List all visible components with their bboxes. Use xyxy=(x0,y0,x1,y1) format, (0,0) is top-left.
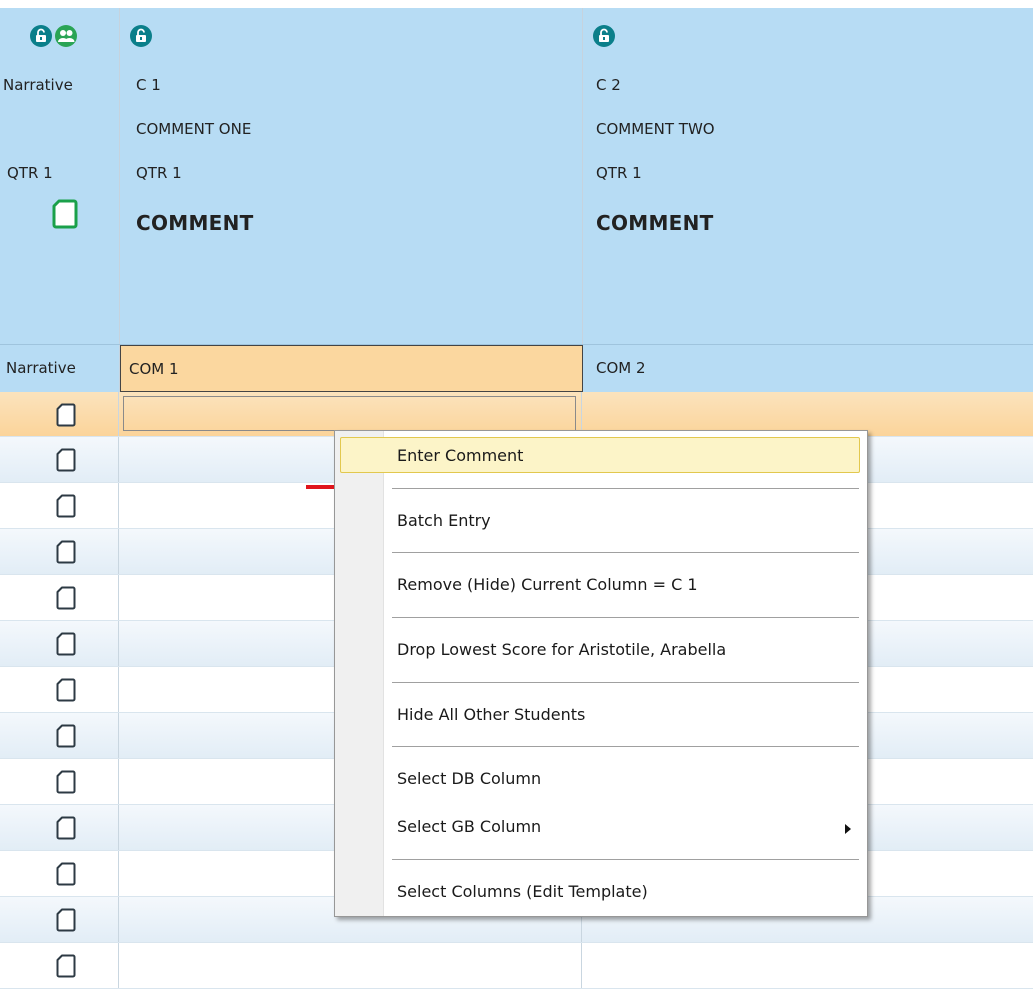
comment-cell[interactable] xyxy=(119,943,582,988)
document-icon[interactable] xyxy=(56,954,76,982)
narrative-cell[interactable] xyxy=(0,529,119,574)
comment-input[interactable] xyxy=(123,396,576,431)
narrative-header[interactable]: Narrative QTR 1 xyxy=(0,8,119,344)
document-icon[interactable] xyxy=(56,540,76,568)
menu-gutter xyxy=(335,431,384,916)
lock-open-icon[interactable] xyxy=(130,25,152,47)
column-header-c1[interactable]: C 1 COMMENT ONE QTR 1 COMMENT xyxy=(120,8,582,344)
menu-separator xyxy=(392,488,859,489)
submenu-arrow-icon xyxy=(845,824,851,834)
document-icon[interactable] xyxy=(56,632,76,660)
narrative-cell[interactable] xyxy=(0,851,119,896)
menu-item-select-gb-column[interactable]: Select GB Column xyxy=(397,817,541,836)
menu-separator xyxy=(392,682,859,683)
narrative-title: Narrative xyxy=(3,76,73,94)
menu-item-select-columns[interactable]: Select Columns (Edit Template) xyxy=(397,882,648,901)
narrative-cell[interactable] xyxy=(0,575,119,620)
narrative-cell[interactable] xyxy=(0,805,119,850)
document-icon[interactable] xyxy=(56,724,76,752)
lock-open-icon[interactable] xyxy=(593,25,615,47)
menu-item-hide-other-students[interactable]: Hide All Other Students xyxy=(397,705,585,724)
menu-item-select-db-column[interactable]: Select DB Column xyxy=(397,769,541,788)
column-term: QTR 1 xyxy=(596,164,642,182)
document-icon[interactable] xyxy=(56,770,76,798)
column-code: C 1 xyxy=(136,76,161,94)
column-abbrev-com1[interactable]: COM 1 xyxy=(120,345,583,392)
narrative-cell[interactable] xyxy=(0,713,119,758)
menu-item-remove-column[interactable]: Remove (Hide) Current Column = C 1 xyxy=(397,575,698,594)
menu-item-enter-comment[interactable]: Enter Comment xyxy=(340,437,860,473)
narrative-term: QTR 1 xyxy=(7,164,53,182)
document-icon[interactable] xyxy=(56,586,76,614)
table-row[interactable] xyxy=(0,943,1033,989)
document-icon[interactable] xyxy=(56,403,76,431)
menu-separator xyxy=(392,746,859,747)
narrative-cell[interactable] xyxy=(0,392,119,436)
column-type: COMMENT xyxy=(136,211,254,235)
narrative-cell[interactable] xyxy=(0,943,119,988)
narrative-cell[interactable] xyxy=(0,667,119,712)
document-icon[interactable] xyxy=(56,494,76,522)
menu-item-drop-lowest[interactable]: Drop Lowest Score for Aristotile, Arabel… xyxy=(397,640,726,659)
gradebook-header: Narrative QTR 1 C 1 COMMENT ONE QTR 1 CO… xyxy=(0,8,1033,344)
column-type: COMMENT xyxy=(596,211,714,235)
document-icon[interactable] xyxy=(56,678,76,706)
narrative-cell[interactable] xyxy=(0,437,119,482)
document-icon[interactable] xyxy=(56,862,76,890)
narrative-cell[interactable] xyxy=(0,621,119,666)
menu-separator xyxy=(392,552,859,553)
narrative-cell[interactable] xyxy=(0,483,119,528)
menu-separator xyxy=(392,859,859,860)
narrative-abbrev[interactable]: Narrative xyxy=(6,345,76,392)
column-description: COMMENT ONE xyxy=(136,120,252,138)
column-header-c2[interactable]: C 2 COMMENT TWO QTR 1 COMMENT xyxy=(583,8,1033,344)
menu-separator xyxy=(392,617,859,618)
people-icon[interactable] xyxy=(55,25,77,47)
document-icon[interactable] xyxy=(56,448,76,476)
lock-open-icon[interactable] xyxy=(30,25,52,47)
menu-item-batch-entry[interactable]: Batch Entry xyxy=(397,511,491,530)
column-description: COMMENT TWO xyxy=(596,120,715,138)
document-icon[interactable] xyxy=(56,908,76,936)
narrative-cell[interactable] xyxy=(0,759,119,804)
column-abbreviation-row: Narrative COM 1 COM 2 xyxy=(0,344,1033,393)
context-menu: Enter Comment Batch Entry Remove (Hide) … xyxy=(334,430,868,917)
column-abbrev-com2[interactable]: COM 2 xyxy=(596,345,646,392)
document-icon[interactable] xyxy=(52,199,78,233)
narrative-cell[interactable] xyxy=(0,897,119,942)
column-code: C 2 xyxy=(596,76,621,94)
document-icon[interactable] xyxy=(56,816,76,844)
column-term: QTR 1 xyxy=(136,164,182,182)
